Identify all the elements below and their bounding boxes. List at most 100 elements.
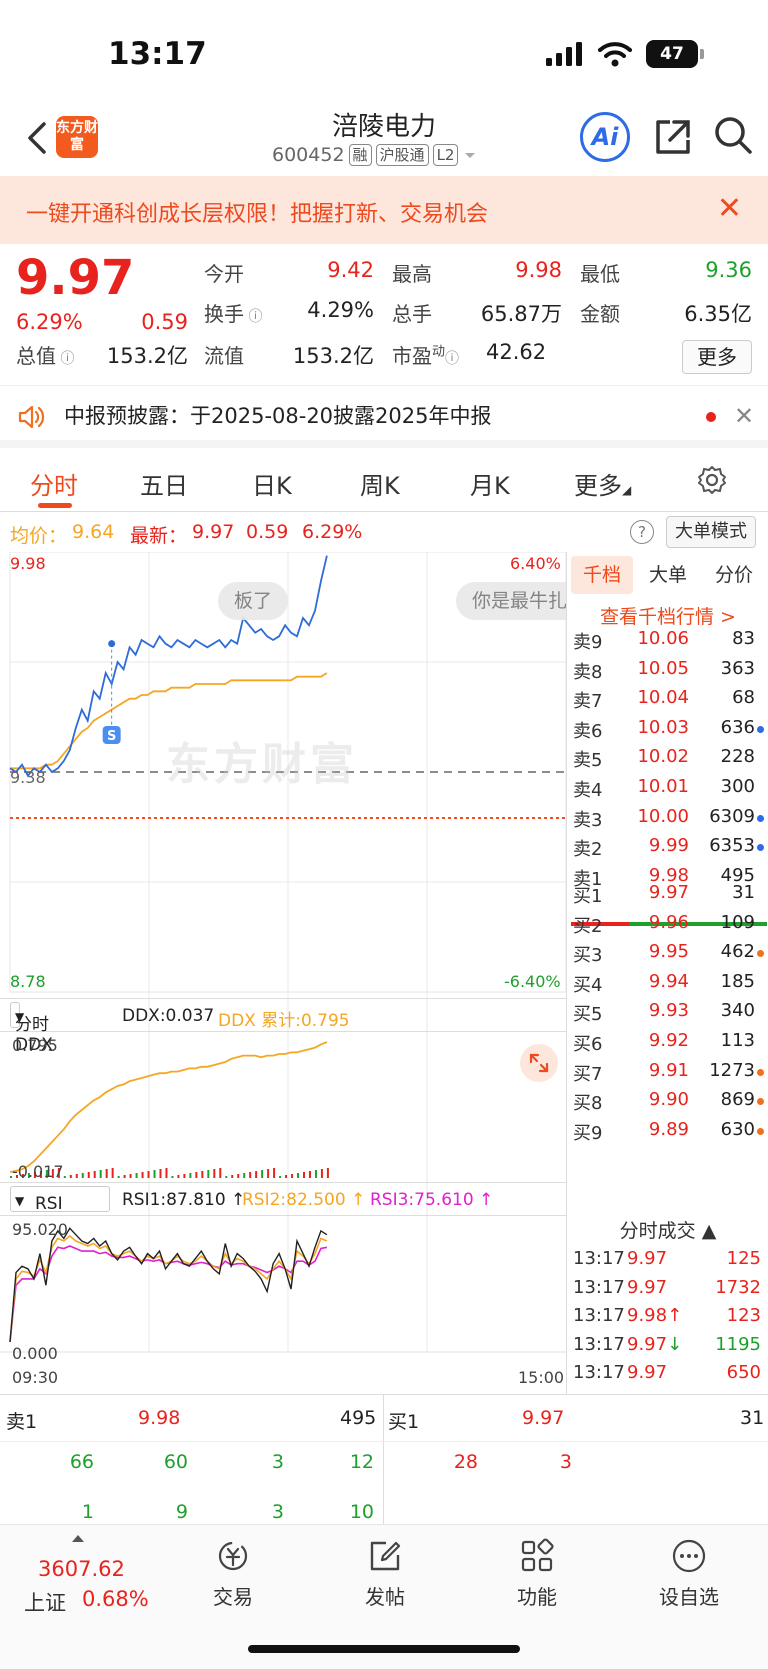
trade-price: 9.98↑: [627, 1305, 683, 1327]
trade-price: 9.97: [627, 1276, 668, 1298]
ask-queue-item: 3: [271, 1451, 284, 1473]
banner-close-icon[interactable]: ✕: [717, 194, 742, 224]
trade-price: 9.97: [627, 1248, 668, 1269]
trade-volume: 1732: [715, 1276, 761, 1298]
ask-level-price: 10.04: [637, 687, 689, 709]
battery-icon: 47: [646, 40, 704, 68]
volume-label: 总手: [392, 302, 432, 326]
ddx-indicator-select[interactable]: 分时 DDX ▼: [10, 1002, 53, 1055]
float-cap-label: 流值: [204, 344, 244, 368]
tab-price-distribution[interactable]: 分价: [703, 556, 765, 594]
ddx-axis-high: 0.795: [12, 1036, 58, 1055]
bid-level-price: 9.95: [648, 941, 689, 963]
trade-row: 13:17 9.97 1732: [567, 1273, 767, 1303]
ddx-bar: [189, 1173, 192, 1178]
intraday-chart[interactable]: S 东方财富 9.98 6.40% 9.38 8.78 -6.40% 板了 你是…: [0, 552, 566, 1394]
ask-level-price: 10.06: [637, 628, 689, 649]
big-order-dot: [757, 1068, 764, 1076]
level1-panel: 卖1 9.98 495 买1 9.97 31 66 60 3 12 1 9 3 …: [0, 1394, 768, 1525]
promo-banner[interactable]: 一键开通科创成长层权限！把握打新、交易机会 ✕: [0, 176, 768, 244]
bid-level-label: 买9: [573, 1122, 603, 1144]
index-name[interactable]: 上证: [24, 1587, 66, 1617]
open-label: 今开: [204, 262, 244, 286]
trade-volume: 650: [726, 1362, 761, 1384]
ddx-bar: [99, 1170, 102, 1178]
bid-level-row[interactable]: 买3 9.95 462: [567, 937, 767, 967]
period-tabs: 分时 五日 日K 周K 月K 更多◢: [0, 456, 768, 512]
ddx-bar: [207, 1170, 210, 1178]
ask-queue-item: 60: [163, 1451, 188, 1473]
search-icon[interactable]: [712, 114, 754, 156]
ddx-bar: [297, 1173, 300, 1178]
ask-level-row[interactable]: 卖6 10.03 636: [567, 713, 767, 743]
help-icon[interactable]: ?: [630, 520, 654, 544]
bid-level-row[interactable]: 买4 9.94 185: [567, 967, 767, 997]
tab-monthly-k[interactable]: 月K: [470, 466, 510, 501]
rsi2-value: RSI2:82.500 ↑: [242, 1190, 366, 1210]
notice-dot: [706, 412, 716, 422]
ai-button[interactable]: Ai: [580, 112, 630, 162]
tab-weekly-k[interactable]: 周K: [360, 466, 400, 501]
tab-more[interactable]: 更多◢: [574, 466, 631, 501]
gear-icon[interactable]: [696, 464, 728, 496]
tab-daily-k[interactable]: 日K: [252, 466, 292, 501]
rsi-indicator-select[interactable]: RSI ▼: [10, 1186, 110, 1214]
ddx-bar: [249, 1172, 252, 1178]
info-change-pct: 6.29%: [302, 521, 363, 543]
bid-level-row[interactable]: 买6 9.92 113: [567, 1026, 767, 1056]
bid-level-row[interactable]: 买7 9.91 1273: [567, 1056, 767, 1086]
tab-thousand-levels[interactable]: 千档: [571, 556, 633, 594]
caret-up-icon[interactable]: [72, 1535, 84, 1542]
ask-level-row[interactable]: 卖7 10.04 68: [567, 683, 767, 713]
tag-connect: 沪股通: [375, 144, 429, 166]
level-bid1-vol: 31: [740, 1407, 765, 1429]
notice-close-icon[interactable]: ✕: [734, 402, 754, 430]
post-button[interactable]: 发帖: [340, 1537, 430, 1610]
ddx-bar: [261, 1170, 264, 1178]
tab-5day[interactable]: 五日: [140, 466, 188, 501]
ddx-bar: [308, 1171, 311, 1178]
bid-level-row[interactable]: 买8 9.90 869: [567, 1085, 767, 1115]
ask-level-row[interactable]: 卖2 9.99 6353: [567, 831, 767, 861]
ddx-bar: [285, 1175, 288, 1178]
trade-button[interactable]: 交易: [188, 1537, 278, 1610]
index-value[interactable]: 3607.62: [38, 1557, 125, 1581]
ddx-bar: [237, 1174, 240, 1178]
bid-level-label: 买1: [573, 886, 603, 907]
rsi3-value: RSI3:75.610 ↑: [370, 1190, 494, 1210]
more-button[interactable]: 更多: [682, 340, 752, 374]
tab-intraday[interactable]: 分时: [30, 466, 78, 501]
s-marker-dot: [108, 640, 116, 648]
big-order-mode-button[interactable]: 大单模式: [666, 516, 756, 548]
big-order-dot: [757, 844, 764, 852]
trade-volume: 1195: [715, 1333, 761, 1355]
ddx-cumulative-line: [9, 1041, 328, 1173]
bid-level-row[interactable]: 买2 9.96 109: [567, 908, 767, 938]
expand-icon[interactable]: [520, 1044, 558, 1082]
pe-label: 市盈动ⓘ: [392, 344, 460, 368]
bid-level-row[interactable]: 买9 9.89 630: [567, 1115, 767, 1145]
report-notice[interactable]: 中报预披露：于2025-08-20披露2025年中报 ✕: [0, 386, 768, 448]
stock-meta[interactable]: 600452 融 沪股通 L2: [272, 144, 478, 166]
share-icon[interactable]: [652, 116, 694, 158]
ask-level-row[interactable]: 卖9 10.06 83: [567, 624, 767, 654]
tab-big-orders[interactable]: 大单: [637, 556, 699, 594]
ask-queue-item: 9: [175, 1501, 188, 1523]
bid-level-row[interactable]: 买5 9.93 340: [567, 996, 767, 1026]
ddx-bar: [231, 1175, 234, 1178]
big-order-dot: [757, 814, 764, 822]
index-percent[interactable]: 0.68%: [82, 1587, 149, 1611]
ask-level-volume: 83: [732, 628, 755, 649]
comment-bubble-1[interactable]: 板了: [218, 582, 289, 620]
add-watchlist-button[interactable]: 设自选: [644, 1537, 734, 1610]
ask-level-row[interactable]: 卖4 10.01 300: [567, 772, 767, 802]
trade-time: 13:17: [573, 1276, 625, 1298]
ask-level-label: 卖4: [573, 780, 603, 801]
bid-level-row[interactable]: 买1 9.97 31: [567, 878, 767, 908]
comment-bubble-2[interactable]: 你是最牛扎: [456, 582, 566, 620]
ask-level-row[interactable]: 卖8 10.05 363: [567, 654, 767, 684]
ask-level-row[interactable]: 卖3 10.00 6309: [567, 802, 767, 832]
trades-header[interactable]: 分时成交 ▲: [567, 1216, 768, 1243]
functions-button[interactable]: 功能: [492, 1537, 582, 1610]
ask-level-row[interactable]: 卖5 10.02 228: [567, 742, 767, 772]
